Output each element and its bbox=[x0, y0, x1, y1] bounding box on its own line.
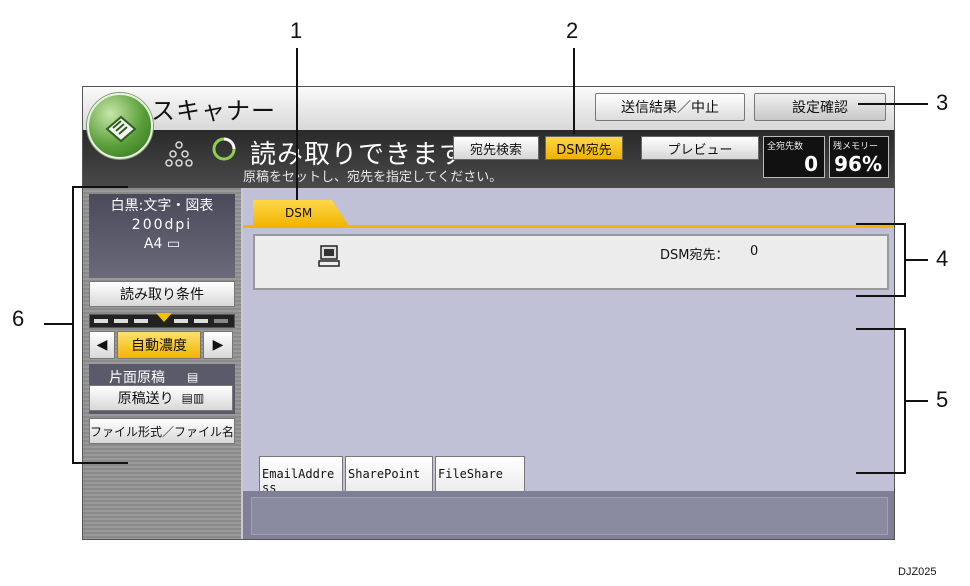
remaining-memory-counter: 残メモリー 96% bbox=[829, 136, 889, 178]
original-feed-icon: ▤▥ bbox=[181, 391, 205, 405]
callout-5: 5 bbox=[936, 387, 949, 412]
selected-destination-list[interactable]: DSM宛先： 0 bbox=[253, 234, 889, 290]
computer-icon bbox=[317, 244, 341, 272]
app-title: スキャナー bbox=[151, 97, 276, 125]
check-settings-button[interactable]: 設定確認 bbox=[754, 93, 886, 121]
dsm-destination-button[interactable]: DSM宛先 bbox=[545, 136, 623, 160]
callout-4-bracket bbox=[856, 223, 906, 297]
scanner-dots-icon bbox=[165, 140, 193, 172]
callout-6-line bbox=[44, 323, 72, 325]
callout-2-line bbox=[573, 48, 575, 134]
send-result-cancel-button[interactable]: 送信結果／中止 bbox=[595, 93, 745, 121]
density-tick bbox=[174, 319, 188, 323]
dsm-destination-count-label: DSM宛先： bbox=[660, 248, 729, 263]
density-tick bbox=[194, 319, 208, 323]
title-bar: スキャナー 送信結果／中止 設定確認 bbox=[83, 87, 894, 130]
callout-5-bracket bbox=[856, 328, 906, 474]
callout-3: 3 bbox=[936, 90, 949, 115]
single-sided-icon: ▤ bbox=[187, 370, 199, 384]
paper-orientation-icon: ▭ bbox=[162, 236, 181, 252]
density-marker-icon bbox=[156, 313, 172, 322]
total-destinations-counter: 全宛先数 0 bbox=[763, 136, 825, 178]
status-bar: 読み取りできます 原稿をセットし、宛先を指定してください。 宛先検索 DSM宛先… bbox=[83, 130, 894, 188]
scanner-logo-icon bbox=[87, 93, 153, 159]
dsm-destination-count-value: 0 bbox=[750, 244, 759, 259]
preview-button[interactable]: プレビュー bbox=[641, 136, 759, 160]
status-instruction: 原稿をセットし、宛先を指定してください。 bbox=[243, 170, 503, 185]
remaining-memory-value: 96% bbox=[834, 152, 882, 176]
total-destinations-value: 0 bbox=[804, 152, 818, 176]
callout-6-bracket bbox=[72, 186, 128, 464]
scanner-screen: スキャナー 送信結果／中止 設定確認 読み取りできます 原稿をセットし、宛先を指… bbox=[82, 86, 895, 540]
tab-underline bbox=[243, 225, 894, 228]
auto-density-button[interactable]: 自動濃度 bbox=[117, 331, 201, 359]
paper-size-text: A4 bbox=[143, 236, 163, 252]
remaining-memory-label: 残メモリー bbox=[833, 142, 879, 152]
callout-5-line bbox=[906, 400, 928, 402]
bottom-message-area bbox=[251, 497, 888, 535]
callout-6: 6 bbox=[12, 306, 25, 331]
density-tick bbox=[134, 319, 148, 323]
address-search-button[interactable]: 宛先検索 bbox=[453, 136, 539, 160]
total-destinations-label: 全宛先数 bbox=[767, 142, 804, 152]
callout-2: 2 bbox=[566, 18, 579, 43]
ready-spinner-icon bbox=[211, 136, 237, 162]
density-darker-button[interactable]: ▶ bbox=[203, 331, 233, 359]
callout-3-line bbox=[858, 103, 928, 105]
callout-1-line bbox=[296, 48, 298, 200]
callout-1: 1 bbox=[290, 18, 303, 43]
tab-dsm[interactable]: DSM bbox=[253, 200, 349, 226]
figure-code: DJZ025 bbox=[898, 566, 937, 578]
destination-area: DSM DSM宛先： 0 EmailAddress SharePoint Fil… bbox=[243, 188, 894, 539]
callout-4-line bbox=[906, 259, 928, 261]
callout-4: 4 bbox=[936, 246, 949, 271]
density-tick bbox=[214, 319, 228, 323]
